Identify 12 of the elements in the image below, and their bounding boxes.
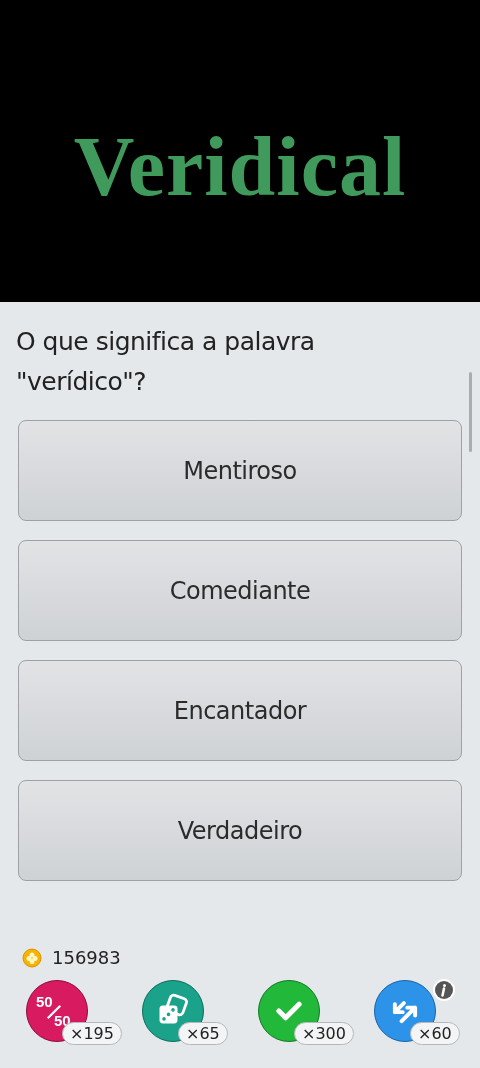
answer-button[interactable]: Encantador bbox=[18, 660, 462, 761]
answer-button[interactable]: Comediante bbox=[18, 540, 462, 641]
lifeline-count: ×60 bbox=[410, 1022, 460, 1045]
coin-icon bbox=[22, 947, 42, 968]
info-icon[interactable] bbox=[432, 978, 456, 1002]
banner-word: Veridical bbox=[73, 118, 407, 215]
coin-count: 156983 bbox=[52, 947, 121, 968]
lifeline-count: ×65 bbox=[178, 1022, 228, 1045]
answer-button[interactable]: Verdadeiro bbox=[18, 780, 462, 881]
answer-button[interactable]: Mentiroso bbox=[18, 420, 462, 521]
lifeline-count: ×300 bbox=[294, 1022, 354, 1045]
question-text: O que significa a palavra "verídico"? bbox=[16, 326, 316, 398]
